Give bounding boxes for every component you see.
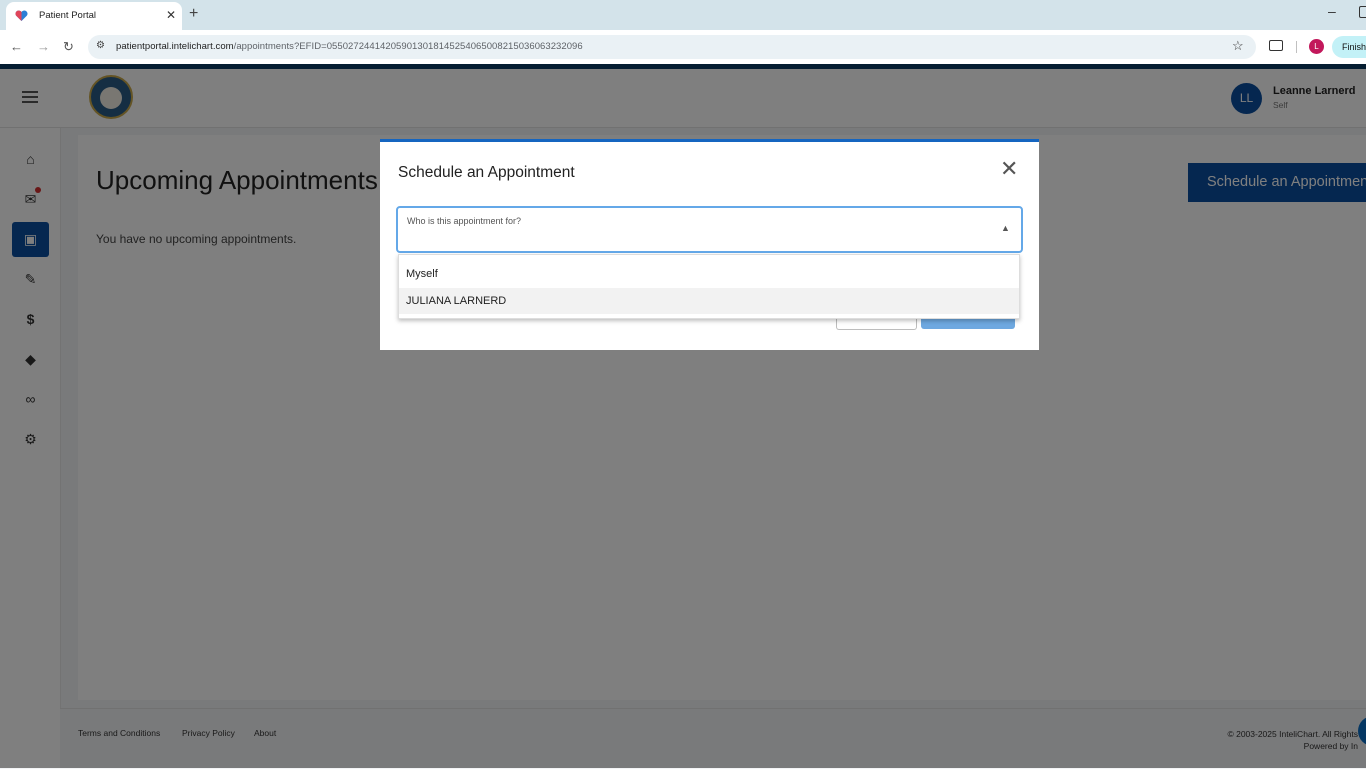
close-icon[interactable]: ✕: [1000, 158, 1018, 180]
chevron-up-icon[interactable]: ▲: [1001, 223, 1010, 233]
url-text: patientportal.intelichart.com/appointmen…: [116, 41, 583, 52]
finish-button[interactable]: Finish: [1332, 36, 1366, 58]
option-myself[interactable]: Myself: [399, 261, 1019, 287]
cast-icon[interactable]: [1269, 40, 1283, 51]
heart-favicon-icon: [15, 10, 28, 21]
star-icon[interactable]: ☆: [1232, 38, 1244, 54]
browser-tab-bar: Patient Portal ✕ + –: [0, 0, 1366, 30]
appointment-for-select[interactable]: Who is this appointment for? ▲: [396, 206, 1023, 253]
select-label: Who is this appointment for?: [407, 216, 522, 226]
minimize-icon[interactable]: –: [1328, 3, 1336, 19]
tab-title: Patient Portal: [39, 10, 97, 21]
site-info-icon[interactable]: ⚙: [96, 40, 105, 51]
modal-title: Schedule an Appointment: [398, 164, 575, 181]
forward-arrow-icon[interactable]: →: [37, 39, 50, 55]
profile-avatar[interactable]: L: [1309, 39, 1324, 54]
reload-icon[interactable]: ↻: [63, 39, 74, 55]
url-path: /appointments?EFID=055027244142059013018…: [233, 41, 583, 52]
browser-tab[interactable]: Patient Portal ✕: [6, 2, 182, 30]
url-input[interactable]: ⚙ patientportal.intelichart.com/appointm…: [88, 35, 1256, 59]
schedule-appointment-modal: Schedule an Appointment ✕ Who is this ap…: [380, 139, 1039, 350]
url-host: patientportal.intelichart.com: [116, 41, 234, 52]
toolbar-divider: [1296, 41, 1297, 53]
address-bar: ← → ↻ ⚙ patientportal.intelichart.com/ap…: [0, 30, 1366, 64]
option-juliana-larnerd[interactable]: JULIANA LARNERD: [399, 288, 1019, 314]
maximize-icon[interactable]: [1359, 6, 1366, 18]
back-arrow-icon[interactable]: ←: [10, 39, 23, 55]
appointment-for-dropdown: Myself JULIANA LARNERD: [398, 254, 1020, 319]
new-tab-icon[interactable]: +: [189, 5, 198, 23]
tab-close-icon[interactable]: ✕: [166, 7, 176, 23]
